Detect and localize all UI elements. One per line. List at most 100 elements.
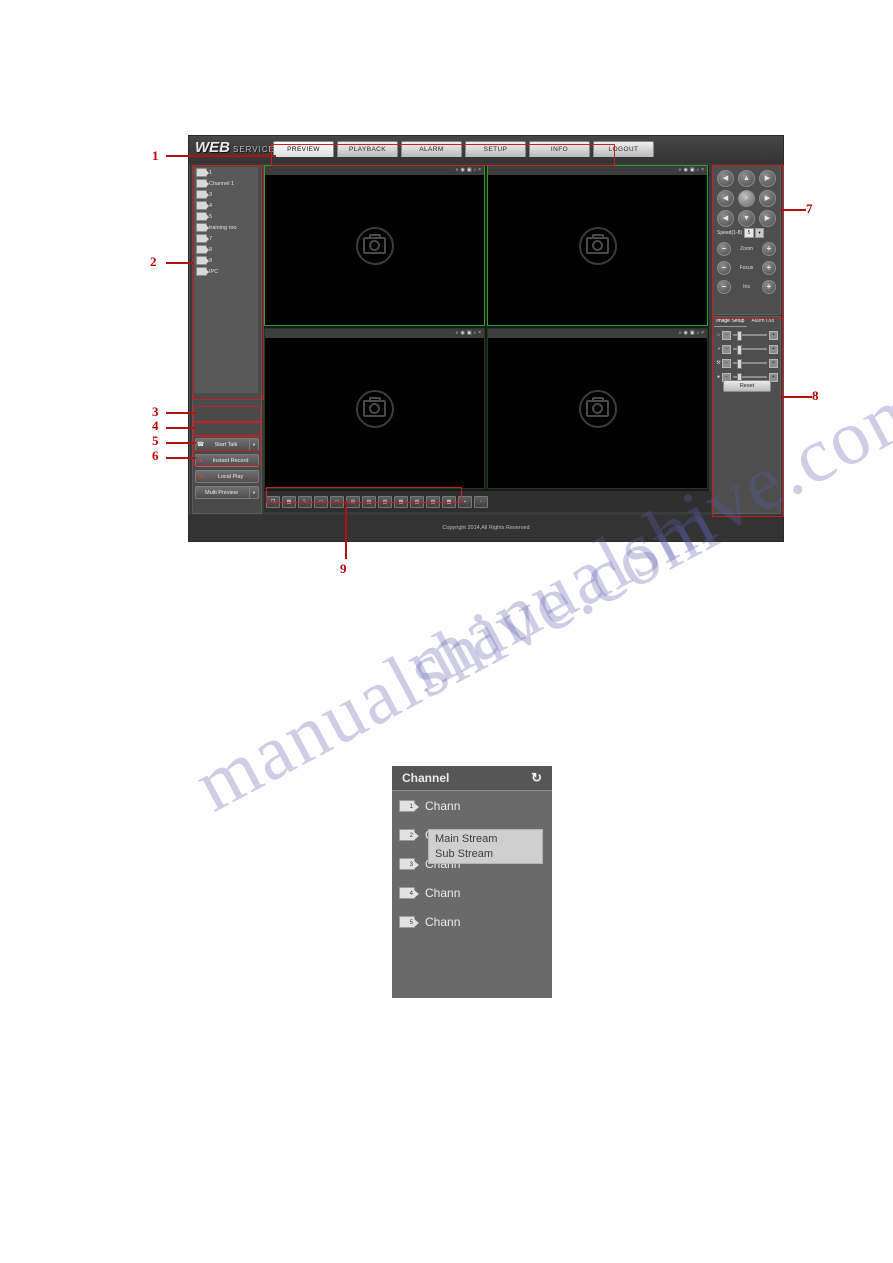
focus-minus-button[interactable]: − <box>717 261 731 275</box>
chevron-down-icon[interactable]: ▼ <box>755 228 765 238</box>
toolbar-split-25-icon[interactable]: ▪ <box>458 495 472 508</box>
snapshot-icon[interactable]: ▣ <box>690 166 695 175</box>
snapshot-icon[interactable]: ▣ <box>690 329 695 338</box>
ptz-down-right-button[interactable]: ▶ <box>759 210 776 227</box>
digital-zoom-icon[interactable]: ⌕ <box>456 166 459 175</box>
channel-item[interactable]: 1 <box>194 167 258 178</box>
ptz-down-left-button[interactable]: ◀ <box>717 210 734 227</box>
digital-zoom-icon[interactable]: ⌕ <box>679 166 682 175</box>
toolbar-split-13-icon[interactable]: ▧ <box>410 495 424 508</box>
toolbar-split-4-icon[interactable]: ⊞ <box>346 495 360 508</box>
toolbar-split-36-icon[interactable]: ▫ <box>474 495 488 508</box>
channel-item[interactable]: 3 <box>194 189 258 200</box>
saturation-slider[interactable] <box>733 373 767 383</box>
video-pane-2[interactable]: ⌕ ◉ ▣ ♪ × <box>487 165 708 326</box>
tab-info[interactable]: INFO <box>529 141 590 157</box>
channel-list[interactable]: 1 Channel 1 3 4 5 training roo 7 8 9 IPC <box>194 167 258 393</box>
toolbar-split-20-icon[interactable]: ▩ <box>442 495 456 508</box>
channel-item[interactable]: Channel 1 <box>194 178 258 189</box>
video-pane-3[interactable]: ⌕ ◉ ▣ ♪ × <box>264 328 485 489</box>
tab-playback[interactable]: PLAYBACK <box>337 141 398 157</box>
ptz-speed-value[interactable]: 5 <box>744 228 755 238</box>
multi-preview-button[interactable]: Multi Preview ▼ <box>195 486 259 499</box>
toolbar-split-16-icon[interactable]: ▨ <box>426 495 440 508</box>
tab-preview[interactable]: PREVIEW <box>273 141 334 157</box>
local-record-icon[interactable]: ◉ <box>460 329 464 338</box>
close-icon[interactable]: × <box>478 166 481 175</box>
toolbar-split-6-icon[interactable]: ▤ <box>362 495 376 508</box>
menu-item-sub-stream[interactable]: Sub Stream <box>435 847 542 862</box>
toolbar-split-9-icon[interactable]: ▦ <box>394 495 408 508</box>
audio-icon[interactable]: ♪ <box>697 166 700 175</box>
tab-alarm-out[interactable]: Alarm Out <box>747 318 780 327</box>
video-pane-4[interactable]: ⌕ ◉ ▣ ♪ × <box>487 328 708 489</box>
brightness-slider[interactable] <box>733 331 767 341</box>
zoom-plus-button[interactable]: + <box>762 242 776 256</box>
close-icon[interactable]: × <box>478 329 481 338</box>
ptz-right-button[interactable]: ▶ <box>759 190 776 207</box>
video-pane-1[interactable]: ⌕ ◉ ▣ ♪ × <box>264 165 485 326</box>
toolbar-fullscreen-icon[interactable]: ❐ <box>266 495 280 508</box>
channel-popup-row-5[interactable]: 5 Chann <box>392 907 552 936</box>
ptz-up-button[interactable]: ▲ <box>738 170 755 187</box>
tab-setup[interactable]: SETUP <box>465 141 526 157</box>
chevron-down-icon[interactable]: ▼ <box>249 487 258 498</box>
local-record-icon[interactable]: ◉ <box>683 166 687 175</box>
snapshot-icon[interactable]: ▣ <box>467 329 472 338</box>
instant-record-button[interactable]: ▲ Instant Record <box>195 454 259 467</box>
toolbar-split-1b-icon[interactable]: □ <box>330 495 344 508</box>
brightness-minus-button[interactable]: − <box>722 330 731 340</box>
tab-alarm[interactable]: ALARM <box>401 141 462 157</box>
slider-thumb[interactable] <box>737 359 742 369</box>
channel-item[interactable]: IPC <box>194 266 258 277</box>
slider-thumb[interactable] <box>737 345 742 355</box>
audio-icon[interactable]: ♪ <box>474 166 477 175</box>
channel-item[interactable]: training roo <box>194 222 258 233</box>
toolbar-split-1-icon[interactable]: ▭ <box>314 495 328 508</box>
hue-slider[interactable] <box>733 359 767 369</box>
local-record-icon[interactable]: ◉ <box>460 166 464 175</box>
toolbar-aspect-ratio-icon[interactable]: ⤡ <box>298 495 312 508</box>
contrast-plus-button[interactable]: + <box>769 344 778 354</box>
iris-plus-button[interactable]: + <box>761 280 776 294</box>
focus-plus-button[interactable]: + <box>762 261 776 275</box>
snapshot-icon[interactable]: ▣ <box>467 166 472 175</box>
ptz-up-left-button[interactable]: ◀ <box>717 170 734 187</box>
tab-logout[interactable]: LOGOUT <box>593 141 654 157</box>
menu-item-main-stream[interactable]: Main Stream <box>435 832 542 847</box>
ptz-zoom-area-icon[interactable]: ⌕ <box>738 190 755 207</box>
channel-item[interactable]: 8 <box>194 244 258 255</box>
channel-item[interactable]: 9 <box>194 255 258 266</box>
channel-item[interactable]: 4 <box>194 200 258 211</box>
channel-item[interactable]: 5 <box>194 211 258 222</box>
local-record-icon[interactable]: ◉ <box>683 329 687 338</box>
close-icon[interactable]: × <box>701 329 704 338</box>
digital-zoom-icon[interactable]: ⌕ <box>456 329 459 338</box>
channel-popup-row-1[interactable]: 1 Chann <box>392 791 552 820</box>
zoom-minus-button[interactable]: − <box>717 242 731 256</box>
start-talk-button[interactable]: ☎ Start Talk ▼ <box>195 438 259 451</box>
contrast-minus-button[interactable]: − <box>722 344 731 354</box>
audio-icon[interactable]: ♪ <box>697 329 700 338</box>
toolbar-split-8-icon[interactable]: ▥ <box>378 495 392 508</box>
audio-icon[interactable]: ♪ <box>474 329 477 338</box>
channel-item[interactable]: 7 <box>194 233 258 244</box>
toolbar-image-adjust-icon[interactable]: ▦ <box>282 495 296 508</box>
hue-plus-button[interactable]: + <box>769 358 778 368</box>
ptz-left-button[interactable]: ◀ <box>717 190 734 207</box>
reset-button[interactable]: Reset <box>723 380 771 392</box>
contrast-slider[interactable] <box>733 345 767 355</box>
ptz-up-right-button[interactable]: ▶ <box>759 170 776 187</box>
chevron-down-icon[interactable]: ▼ <box>249 439 258 450</box>
refresh-icon[interactable]: ↻ <box>531 770 542 786</box>
hue-minus-button[interactable]: − <box>722 358 731 368</box>
digital-zoom-icon[interactable]: ⌕ <box>679 329 682 338</box>
iris-minus-button[interactable]: − <box>717 280 731 294</box>
slider-thumb[interactable] <box>737 331 742 341</box>
tab-image-setup[interactable]: Image Setup <box>714 318 747 327</box>
channel-popup-row-4[interactable]: 4 Chann <box>392 878 552 907</box>
local-play-button[interactable]: ▤ Local Play <box>195 470 259 483</box>
brightness-plus-button[interactable]: + <box>769 330 778 340</box>
ptz-down-button[interactable]: ▼ <box>738 210 755 227</box>
close-icon[interactable]: × <box>701 166 704 175</box>
